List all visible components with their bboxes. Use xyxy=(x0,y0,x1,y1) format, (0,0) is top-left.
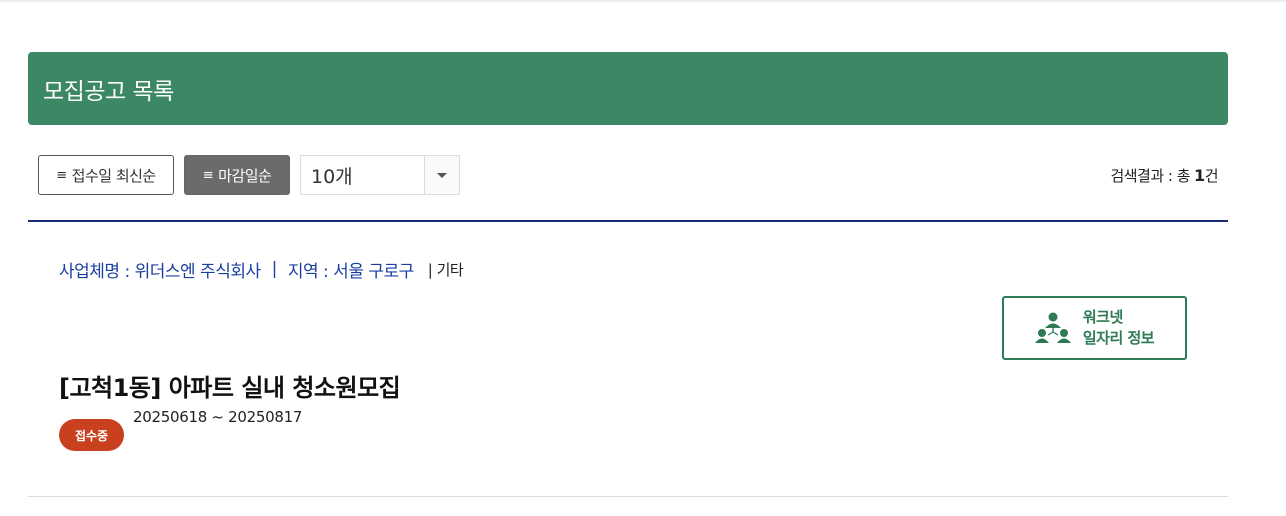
worknet-label-line1: 워크넷 xyxy=(1082,308,1123,326)
etc-label: | 기타 xyxy=(427,260,464,279)
result-suffix: 건 xyxy=(1204,166,1219,185)
sort-latest-button[interactable]: ≡ 접수일 최신순 xyxy=(38,155,174,195)
result-number: 1 xyxy=(1194,165,1205,185)
list-item-divider xyxy=(28,496,1228,497)
sort-deadline-button[interactable]: ≡ 마감일순 xyxy=(184,155,290,195)
list-icon: ≡ xyxy=(56,167,67,183)
people-network-icon xyxy=(1034,312,1071,343)
posting-title-link[interactable]: [고척1동] 아파트 실내 청소원모집 xyxy=(59,368,401,404)
page-size-select[interactable]: 10개 xyxy=(300,155,460,195)
sort-deadline-label: 마감일순 xyxy=(218,166,272,185)
worknet-job-info-button[interactable]: 워크넷 일자리 정보 xyxy=(1002,296,1187,360)
caret-down-icon xyxy=(437,172,447,178)
worknet-label: 워크넷 일자리 정보 xyxy=(1082,307,1155,349)
posting-meta: 사업체명 : 위더스엔 주식회사 | 지역 : 서울 구로구 | 기타 xyxy=(59,256,464,282)
list-icon: ≡ xyxy=(202,167,214,183)
result-count: 검색결과 : 총 1 건 xyxy=(1110,155,1218,195)
company-name: 사업체명 : 위더스엔 주식회사 xyxy=(59,261,261,282)
select-toggle[interactable] xyxy=(424,156,459,194)
list-top-divider xyxy=(28,220,1228,222)
status-badge: 접수중 xyxy=(59,419,124,451)
top-border xyxy=(0,0,1286,2)
meta-separator: | xyxy=(271,259,278,279)
page-title: 모집공고 목록 xyxy=(43,78,174,105)
result-prefix: 검색결과 : 총 xyxy=(1110,166,1191,185)
page-header: 모집공고 목록 xyxy=(28,52,1228,125)
list-toolbar: ≡ 접수일 최신순 ≡ 마감일순 10개 검색결과 : 총 1 건 xyxy=(28,155,1228,195)
application-period: 20250618 ~ 20250817 xyxy=(133,408,303,426)
page-size-value: 10개 xyxy=(311,165,353,188)
sort-latest-label: 접수일 최신순 xyxy=(71,166,157,185)
region: 지역 : 서울 구로구 xyxy=(287,261,414,282)
worknet-label-line2: 일자리 정보 xyxy=(1082,329,1155,347)
